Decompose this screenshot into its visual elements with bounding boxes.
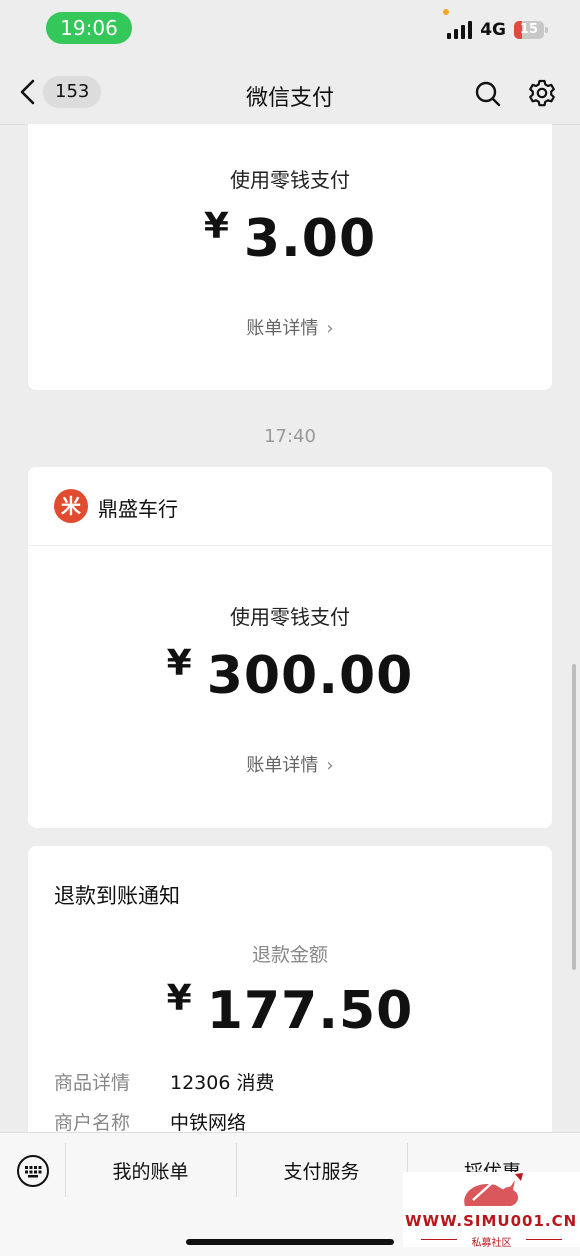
refund-title: 退款到账通知	[54, 884, 180, 908]
amount-value: 3.00	[243, 209, 377, 269]
payment-method-label: 使用零钱支付	[230, 168, 350, 192]
currency-symbol: ¥	[203, 206, 230, 247]
merchant-logo-icon: 米	[54, 489, 88, 523]
merchant-header[interactable]: 米 鼎盛车行	[28, 467, 552, 546]
status-indicators: 4G 15	[447, 18, 548, 42]
bill-detail-link[interactable]: 账单详情 ›	[28, 314, 552, 340]
bull-logo-icon	[464, 1173, 523, 1206]
watermark-line	[526, 1239, 562, 1240]
signal-icon	[447, 21, 473, 39]
keyboard-icon	[17, 1155, 49, 1187]
chevron-right-icon: ›	[326, 318, 334, 339]
status-bar: 19:06 4G 15	[0, 0, 580, 60]
home-indicator[interactable]	[186, 1239, 394, 1245]
payment-amount: ¥300.00	[28, 643, 552, 706]
merchant-name: 鼎盛车行	[98, 497, 178, 521]
amount-value: 300.00	[206, 646, 414, 706]
keyboard-toggle-button[interactable]	[16, 1154, 50, 1192]
settings-button[interactable]	[527, 78, 557, 112]
info-key: 商户名称	[54, 1112, 131, 1134]
payment-card-1: 使用零钱支付 ¥3.00 账单详情 ›	[28, 124, 552, 390]
info-key: 商品详情	[54, 1072, 131, 1094]
menu-payment-services[interactable]: 支付服务	[236, 1157, 407, 1184]
info-row-merchant: 商户名称 中铁网络	[54, 1108, 246, 1135]
bill-detail-label: 账单详情	[246, 318, 319, 339]
privacy-indicator	[443, 9, 449, 15]
status-time: 19:06	[46, 12, 132, 44]
site-watermark: WWW.SIMU001.CN 私募社区	[403, 1172, 580, 1249]
bill-detail-label: 账单详情	[246, 755, 319, 776]
amount-value: 177.50	[206, 981, 414, 1041]
network-type: 4G	[480, 20, 506, 40]
payment-method-label: 使用零钱支付	[230, 605, 350, 629]
menu-my-bills[interactable]: 我的账单	[65, 1157, 236, 1184]
currency-symbol: ¥	[166, 978, 193, 1019]
info-row-product: 商品详情 12306 消费	[54, 1068, 274, 1095]
gear-icon	[529, 79, 555, 107]
battery-level: 15	[519, 22, 539, 37]
battery-icon: 15	[514, 21, 548, 39]
refund-amount-label: 退款金额	[251, 944, 328, 966]
watermark-subtitle: 私募社区	[471, 1238, 512, 1249]
info-value: 12306 消费	[170, 1072, 275, 1094]
currency-symbol: ¥	[166, 643, 193, 684]
refund-amount: ¥177.50	[28, 978, 552, 1041]
scrollbar[interactable]	[572, 664, 576, 970]
payment-amount: ¥3.00	[28, 206, 552, 269]
watermark-text: WWW.SIMU001.CN	[405, 1212, 578, 1230]
search-button[interactable]	[474, 80, 502, 112]
message-timestamp: 17:40	[264, 426, 316, 447]
search-icon	[475, 81, 501, 107]
chevron-right-icon: ›	[326, 755, 334, 776]
payment-card-2: 米 鼎盛车行 使用零钱支付 ¥300.00 账单详情 ›	[28, 467, 552, 828]
nav-bar: 153 微信支付	[0, 60, 580, 125]
bill-detail-link[interactable]: 账单详情 ›	[28, 751, 552, 777]
info-value: 中铁网络	[170, 1112, 247, 1134]
refund-card[interactable]: 退款到账通知 退款金额 ¥177.50 商品详情 12306 消费 商户名称 中铁网…	[28, 846, 552, 1146]
